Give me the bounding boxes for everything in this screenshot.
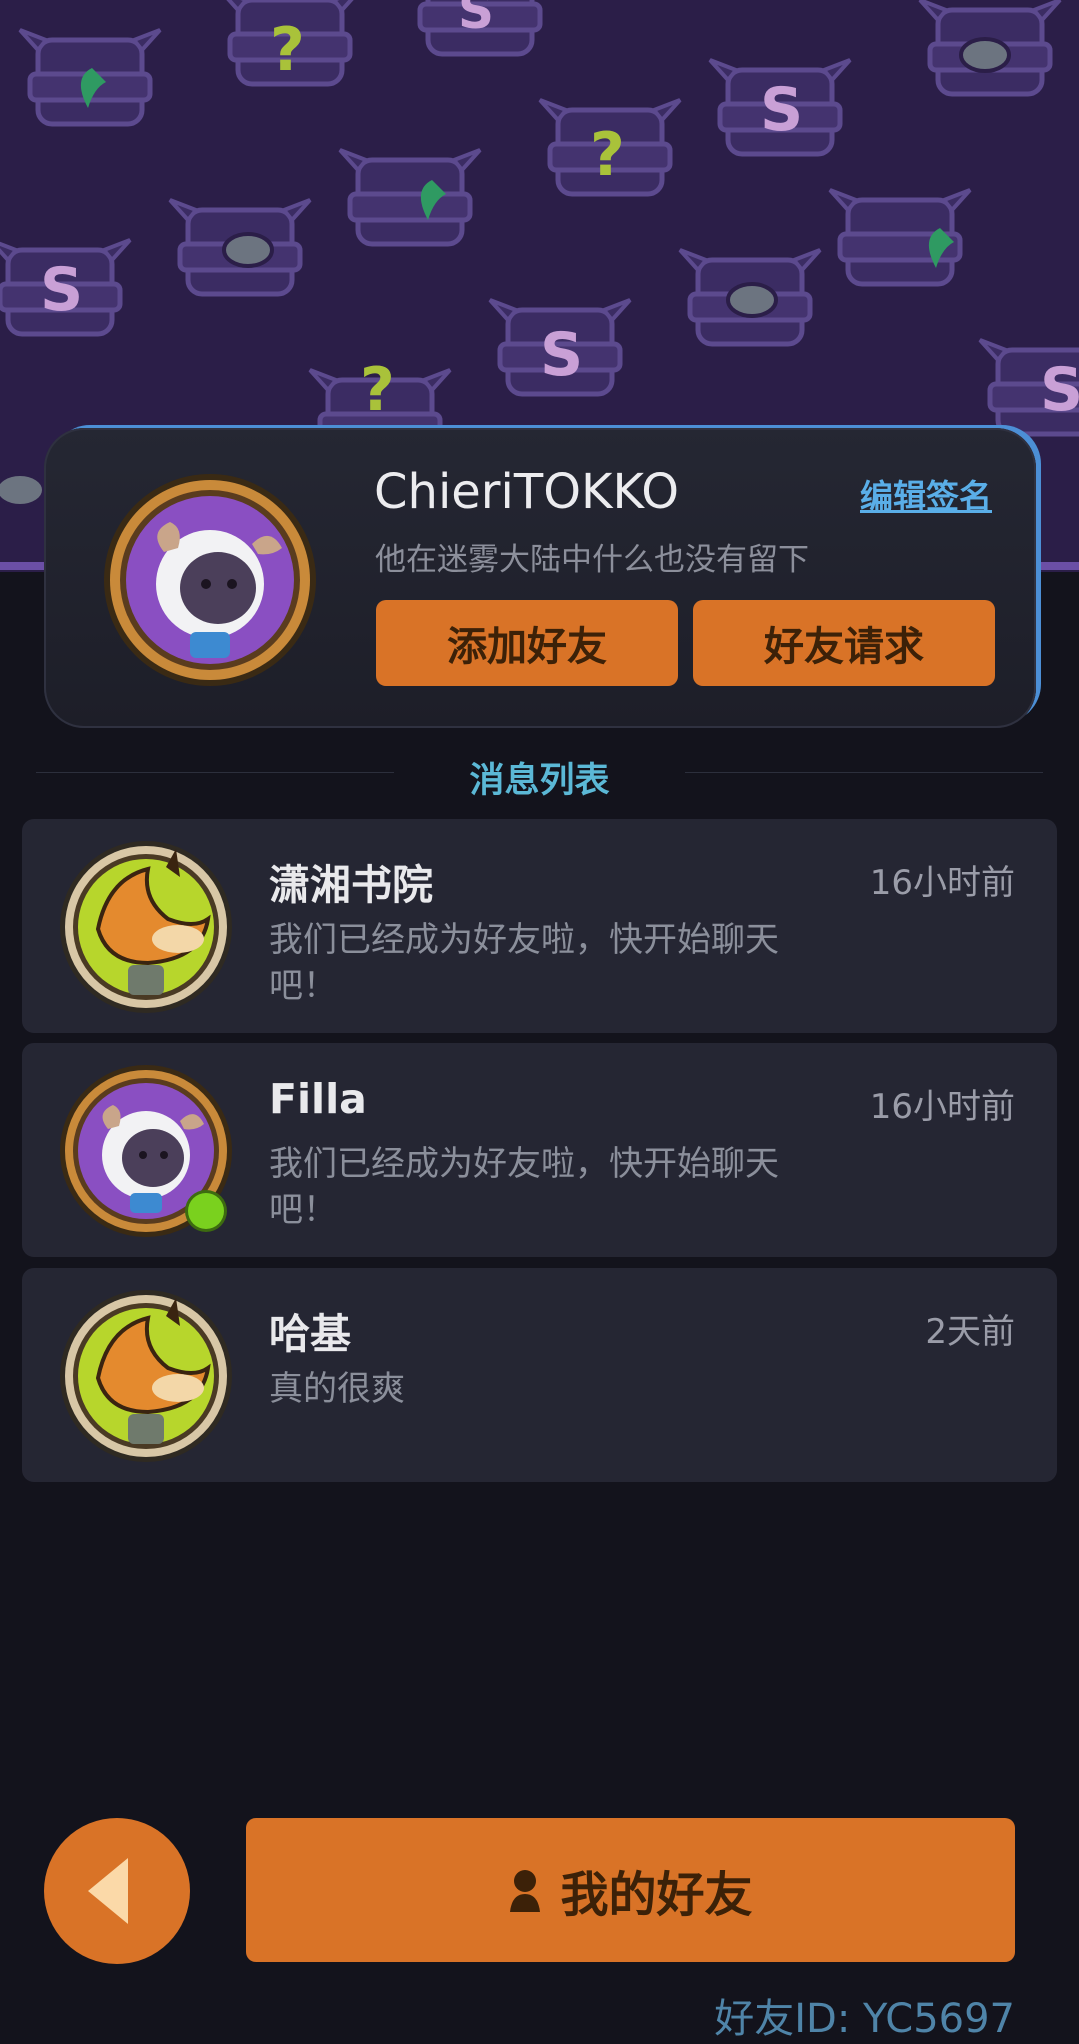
friend-request-button[interactable]: 好友请求 [693,600,995,686]
fox-avatar-icon [60,841,232,1013]
svg-text:S: S [1040,355,1079,425]
message-preview: 真的很爽 [269,1369,405,1409]
friend-id-label: 好友ID: YC5697 [714,1996,1015,2042]
svg-text:?: ? [590,120,625,190]
divider-right [685,772,1043,773]
my-friends-label: 我的好友 [560,1867,753,1923]
add-friend-button[interactable]: 添加好友 [376,600,678,686]
message-item[interactable]: Filla 16小时前 我们已经成为好友啦，快开始聊天吧！ [22,1043,1057,1257]
message-time: 16小时前 [869,863,1015,903]
edit-signature-link[interactable]: 编辑签名 [860,470,992,518]
svg-text:?: ? [360,355,395,425]
back-button[interactable] [44,1818,190,1964]
message-time: 2天前 [925,1312,1015,1352]
message-list-title: 消息列表 [469,761,610,801]
online-status-dot [188,1193,224,1229]
contact-name: 哈基 [269,1310,351,1358]
chevron-left-icon [88,1858,128,1924]
profile-signature: 他在迷雾大陆中什么也没有留下 [375,542,809,578]
my-friends-button[interactable]: 我的好友 [246,1818,1015,1962]
svg-text:S: S [458,0,494,40]
svg-text:S: S [760,75,803,145]
profile-card: ChieriTOKKO 编辑签名 他在迷雾大陆中什么也没有留下 添加好友 好友请… [44,428,1036,728]
message-preview: 我们已经成为好友啦，快开始聊天吧！ [269,920,779,1006]
svg-text:S: S [40,255,83,325]
fox-avatar-icon [60,1290,232,1462]
message-item[interactable]: 哈基 2天前 真的很爽 [22,1268,1057,1482]
sheep-avatar-icon[interactable] [102,472,318,688]
svg-text:S: S [540,320,583,390]
contact-name: Filla [269,1075,367,1123]
message-preview: 我们已经成为好友啦，快开始聊天吧！ [269,1144,779,1230]
profile-username: ChieriTOKKO [374,464,680,520]
person-icon [510,1870,541,1912]
message-list-header: 消息列表 [36,752,1043,801]
message-item[interactable]: 潇湘书院 16小时前 我们已经成为好友啦，快开始聊天吧！ [22,819,1057,1033]
svg-text:?: ? [270,15,305,85]
message-time: 16小时前 [869,1087,1015,1127]
contact-name: 潇湘书院 [269,861,433,909]
